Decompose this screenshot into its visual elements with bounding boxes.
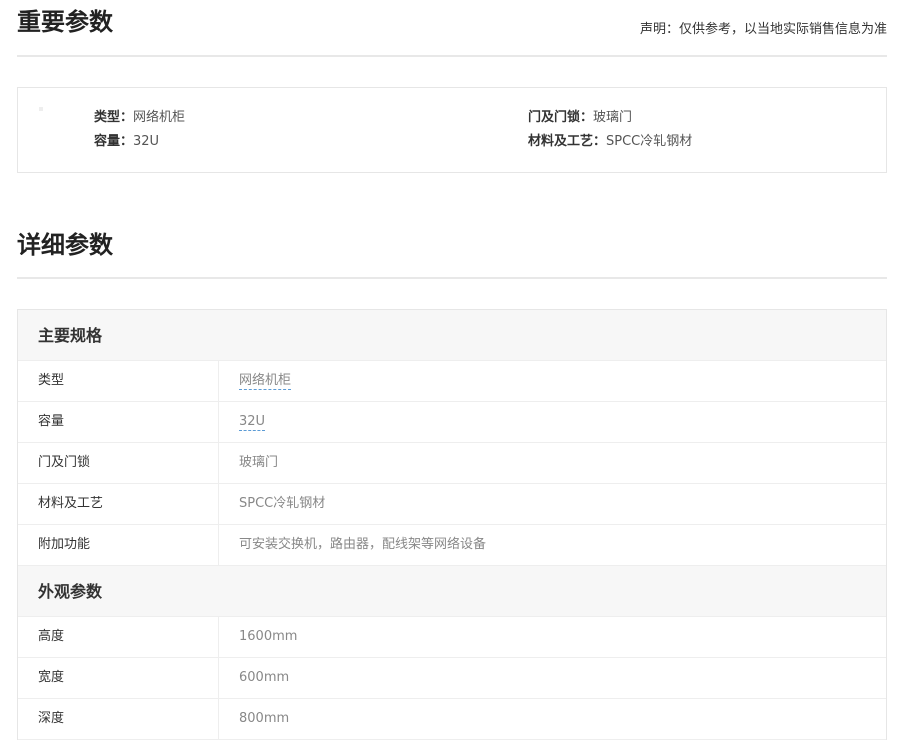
group-header-main-specs: 主要规格 [18,310,886,361]
summary-key: 材料及工艺： [528,134,607,149]
spec-value: 网络机柜 [219,361,292,401]
table-row: 深度 800mm [18,699,886,740]
table-row: 类型 网络机柜 [18,361,886,402]
summary-item-type: 类型：网络机柜 [94,110,185,126]
summary-value: 玻璃门 [593,110,633,125]
summary-key: 容量： [94,134,134,149]
spec-value-link[interactable]: 网络机柜 [239,373,292,390]
detail-params-header: 详细参数 [17,231,887,279]
table-row: 容量 32U [18,402,886,443]
table-row: 门及门锁 玻璃门 [18,443,886,484]
table-row: 附加功能 可安装交换机，路由器，配线架等网络设备 [18,525,886,566]
summary-value: SPCC冷轧钢材 [606,134,693,149]
spec-value: 可安装交换机，路由器，配线架等网络设备 [239,537,487,552]
spec-value-link[interactable]: 32U [239,414,266,431]
spec-label: 深度 [18,699,219,739]
spec-label: 门及门锁 [18,443,219,483]
summary-key: 类型： [94,110,134,125]
important-params-summary: 类型：网络机柜 容量：32U 门及门锁：玻璃门 材料及工艺：SPCC冷轧钢材 [17,87,887,173]
spec-value: 1600mm [239,629,298,644]
table-row: 高度 1600mm [18,617,886,658]
table-row: 宽度 600mm [18,658,886,699]
spec-label: 附加功能 [18,525,219,565]
summary-item-door: 门及门锁：玻璃门 [528,110,632,126]
summary-key: 门及门锁： [528,110,594,125]
summary-value: 32U [133,134,160,149]
disclaimer-text: 声明：仅供参考，以当地实际销售信息为准 [639,22,887,37]
spec-label: 高度 [18,617,219,657]
summary-item-material: 材料及工艺：SPCC冷轧钢材 [528,134,692,150]
spec-value: 玻璃门 [239,455,279,470]
spec-label: 宽度 [18,658,219,698]
important-params-header: 重要参数 声明：仅供参考，以当地实际销售信息为准 [17,8,887,57]
detail-params-title: 详细参数 [17,231,113,259]
summary-value: 网络机柜 [133,110,186,125]
table-row: 材料及工艺 SPCC冷轧钢材 [18,484,886,525]
spec-value: 800mm [239,711,290,726]
spec-label: 类型 [18,361,219,401]
spec-table: 主要规格 类型 网络机柜 容量 32U 门及门锁 玻璃门 材料及工艺 SPCC冷… [17,309,887,740]
spec-label: 容量 [18,402,219,442]
summary-item-capacity: 容量：32U [94,134,159,150]
spec-value: 600mm [239,670,290,685]
group-header-appearance: 外观参数 [18,566,886,617]
product-thumbnail [39,107,43,111]
spec-value: 32U [219,402,266,442]
spec-label: 材料及工艺 [18,484,219,524]
spec-value: SPCC冷轧钢材 [239,496,326,511]
